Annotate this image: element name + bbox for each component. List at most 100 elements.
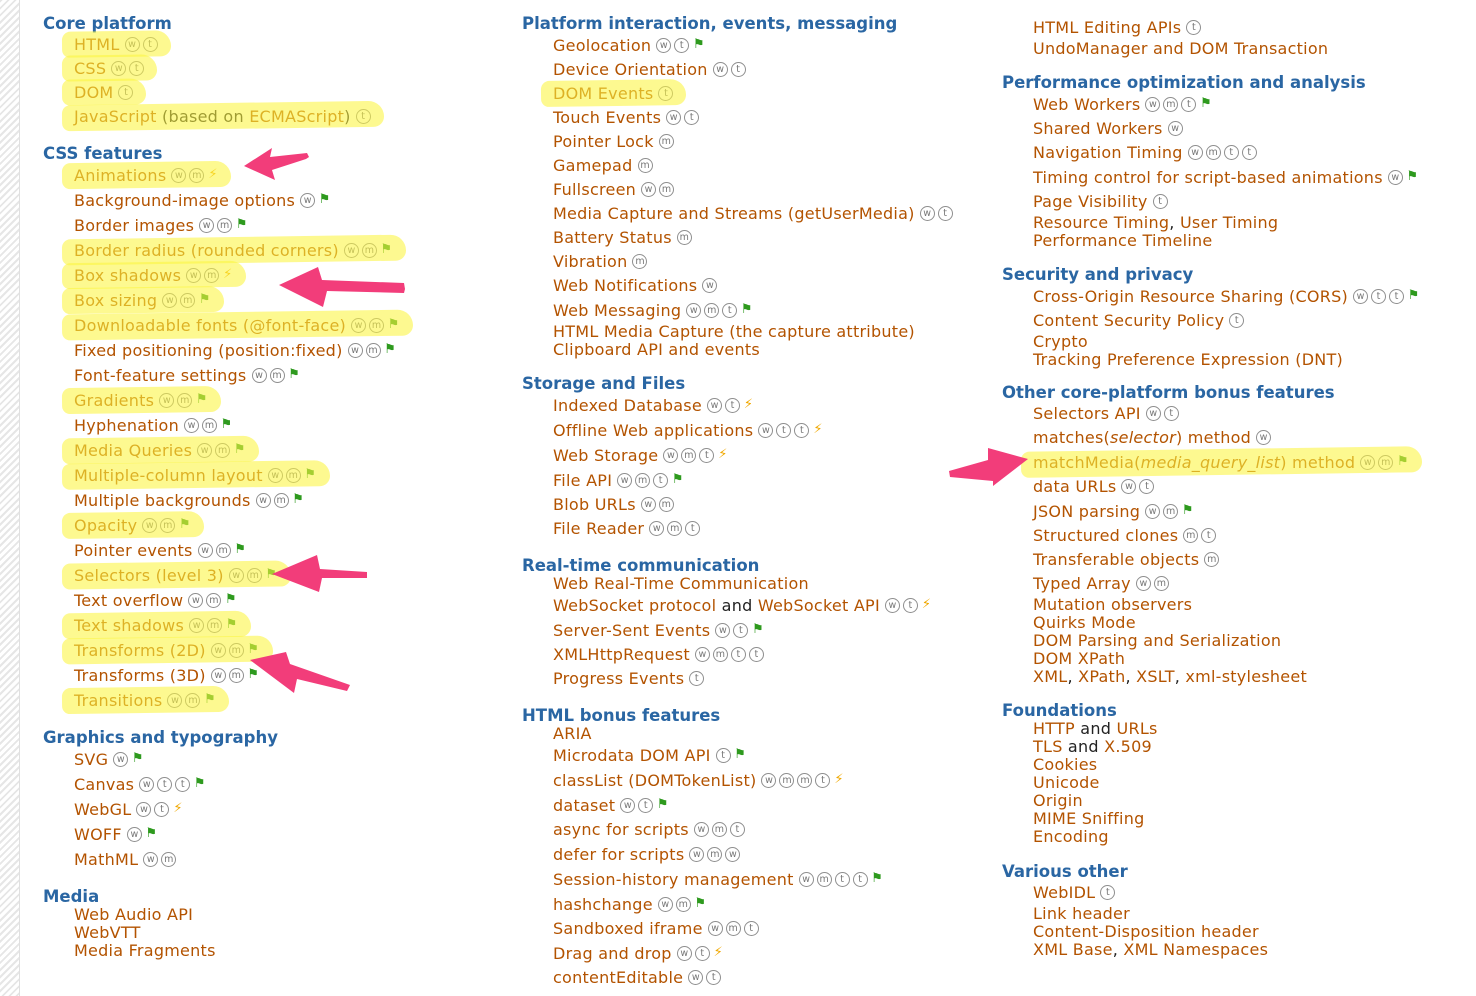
lightning-icon[interactable]: ⚡ [833, 773, 844, 788]
mdn-icon[interactable]: m [658, 497, 674, 512]
wikipedia-icon[interactable]: w [620, 798, 636, 813]
wikipedia-icon[interactable]: w [715, 623, 731, 638]
test-suite-icon[interactable]: t [730, 62, 746, 77]
feature-link[interactable]: dataset [553, 796, 615, 815]
feature-link[interactable]: URLs [1116, 719, 1157, 738]
wikipedia-icon[interactable]: w [199, 218, 215, 233]
wikipedia-icon[interactable]: w [143, 852, 159, 867]
mdn-icon[interactable]: m [1163, 97, 1179, 112]
wikipedia-icon[interactable]: w [676, 946, 692, 961]
feature-link[interactable]: hashchange [553, 895, 653, 914]
feature-link[interactable]: Background-image options [74, 191, 295, 210]
flag-icon[interactable]: ⚑ [288, 368, 301, 383]
test-suite-icon[interactable]: t [722, 303, 738, 318]
wikipedia-icon[interactable]: w [657, 897, 673, 912]
feature-link[interactable]: File Reader [553, 519, 644, 538]
feature-link[interactable]: TLS [1033, 737, 1063, 756]
test-suite-icon[interactable]: t [684, 110, 700, 125]
feature-link[interactable]: Structured clones [1033, 526, 1178, 545]
mdn-icon[interactable]: m [797, 773, 813, 788]
wikipedia-icon[interactable]: w [183, 418, 199, 433]
feature-link[interactable]: classList (DOMTokenList) [553, 771, 756, 790]
mdn-icon[interactable]: m [632, 254, 648, 269]
lightning-icon[interactable]: ⚡ [743, 398, 754, 413]
feature-link[interactable]: Mutation observers [1033, 595, 1192, 614]
flag-icon[interactable]: ⚑ [671, 473, 684, 488]
wikipedia-icon[interactable]: w [617, 473, 633, 488]
mdn-icon[interactable]: m [681, 448, 697, 463]
feature-link[interactable]: Transforms (3D) [74, 666, 206, 685]
feature-link[interactable]: Fixed positioning (position:fixed) [74, 341, 343, 360]
flag-icon[interactable]: ⚑ [193, 777, 206, 792]
feature-link[interactable]: Link header [1033, 904, 1130, 923]
mdn-icon[interactable]: m [269, 368, 285, 383]
test-suite-icon[interactable]: t [794, 423, 810, 438]
feature-link[interactable]: Navigation Timing [1033, 143, 1183, 162]
feature-link[interactable]: HTML Editing APIs [1033, 18, 1181, 37]
wikipedia-icon[interactable]: w [686, 303, 702, 318]
flag-icon[interactable]: ⚑ [694, 897, 707, 912]
feature-link[interactable]: Hyphenation [74, 416, 179, 435]
feature-link[interactable]: UndoManager and DOM Transaction [1033, 39, 1328, 58]
wikipedia-icon[interactable]: w [641, 182, 657, 197]
feature-link[interactable]: Cross-Origin Resource Sharing (CORS) [1033, 287, 1348, 306]
feature-link[interactable]: WebVTT [74, 923, 141, 942]
flag-icon[interactable]: ⚑ [220, 418, 233, 433]
test-suite-icon[interactable]: t [1152, 194, 1168, 209]
feature-link[interactable]: Transferable objects [1033, 550, 1199, 569]
mdn-icon[interactable]: m [1205, 145, 1221, 160]
feature-link[interactable]: Touch Events [553, 108, 661, 127]
feature-link[interactable]: Encoding [1033, 827, 1109, 846]
feature-link[interactable]: Timing control for script-based animatio… [1033, 168, 1383, 187]
wikipedia-icon[interactable]: w [210, 668, 226, 683]
wikipedia-icon[interactable]: w [694, 647, 710, 662]
wikipedia-icon[interactable]: w [919, 206, 935, 221]
feature-link[interactable]: selector [1110, 428, 1176, 447]
test-suite-icon[interactable]: t [154, 802, 170, 817]
feature-link[interactable]: Page Visibility [1033, 192, 1148, 211]
wikipedia-icon[interactable]: w [663, 448, 679, 463]
flag-icon[interactable]: ⚑ [384, 343, 397, 358]
wikipedia-icon[interactable]: w [113, 752, 129, 767]
wikipedia-icon[interactable]: w [1121, 479, 1137, 494]
mdn-icon[interactable]: m [273, 493, 289, 508]
feature-link[interactable]: Font-feature settings [74, 366, 247, 385]
flag-icon[interactable]: ⚑ [656, 798, 669, 813]
mdn-icon[interactable]: m [704, 303, 720, 318]
test-suite-icon[interactable]: t [694, 946, 710, 961]
feature-link[interactable]: File API [553, 471, 612, 490]
feature-link[interactable]: DOM Parsing and Serialization [1033, 631, 1281, 650]
test-suite-icon[interactable]: t [157, 777, 173, 792]
mdn-icon[interactable]: m [675, 897, 691, 912]
feature-link[interactable]: Canvas [74, 775, 134, 794]
wikipedia-icon[interactable]: w [640, 497, 656, 512]
feature-link[interactable]: contentEditable [553, 968, 683, 987]
feature-link[interactable]: Web Storage [553, 446, 658, 465]
feature-link[interactable]: Cookies [1033, 755, 1097, 774]
mdn-icon[interactable]: m [667, 521, 683, 536]
feature-link[interactable]: Sandboxed iframe [553, 919, 703, 938]
mdn-icon[interactable]: m [725, 921, 741, 936]
flag-icon[interactable]: ⚑ [871, 872, 884, 887]
wikipedia-icon[interactable]: w [702, 278, 718, 293]
feature-link[interactable]: XML Base [1033, 940, 1113, 959]
feature-link[interactable]: Geolocation [553, 36, 651, 55]
feature-link[interactable]: XPath [1078, 667, 1125, 686]
wikipedia-icon[interactable]: w [884, 598, 900, 613]
feature-link[interactable]: data URLs [1033, 477, 1116, 496]
mdn-icon[interactable]: m [228, 668, 244, 683]
feature-link[interactable]: WebGL [74, 800, 131, 819]
test-suite-icon[interactable]: t [733, 623, 749, 638]
wikipedia-icon[interactable]: w [1135, 576, 1151, 591]
wikipedia-icon[interactable]: w [689, 847, 705, 862]
feature-link[interactable]: Performance Timeline [1033, 231, 1213, 250]
feature-link[interactable]: Resource Timing [1033, 213, 1169, 232]
feature-link[interactable]: Shared Workers [1033, 119, 1163, 138]
feature-link[interactable]: DOM XPath [1033, 649, 1125, 668]
flag-icon[interactable]: ⚑ [1407, 289, 1420, 304]
flag-icon[interactable]: ⚑ [318, 193, 331, 208]
feature-link[interactable]: Vibration [553, 252, 627, 271]
mdn-icon[interactable]: m [217, 218, 233, 233]
test-suite-icon[interactable]: t [1181, 97, 1197, 112]
test-suite-icon[interactable]: t [834, 872, 850, 887]
